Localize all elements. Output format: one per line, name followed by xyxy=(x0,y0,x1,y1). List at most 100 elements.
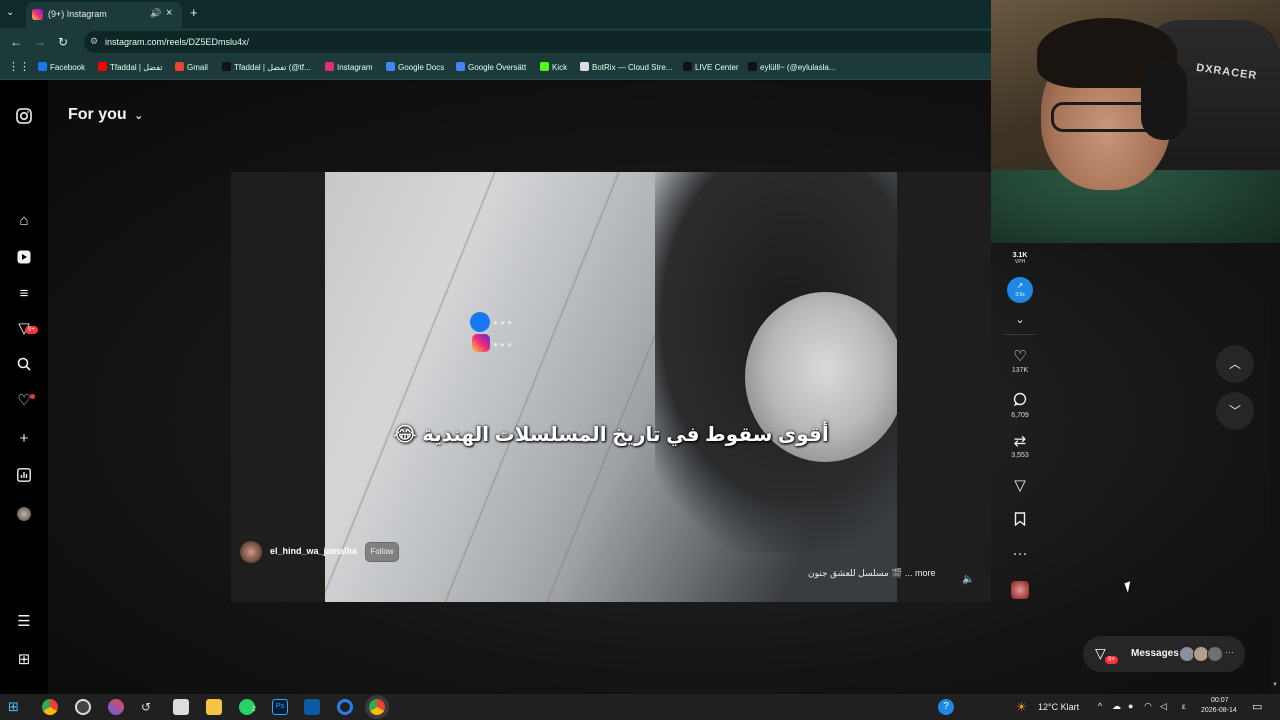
reel-description[interactable]: مسلسل للعشق جنون 🎬 ... more xyxy=(808,568,936,579)
more-options-button[interactable]: ··· xyxy=(1004,546,1036,562)
volume-icon[interactable]: 🔈 xyxy=(962,574,974,585)
author-username[interactable]: el_hind_wa_jamalha xyxy=(270,546,357,556)
bookmark-item[interactable]: Facebook xyxy=(38,62,85,72)
trend-badge[interactable]: ↗ 3.5x xyxy=(1007,277,1033,303)
instagram-favicon-icon xyxy=(32,9,43,20)
start-icon[interactable]: ⊞ xyxy=(8,699,24,715)
mic-icon[interactable]: ● xyxy=(1128,701,1133,711)
save-button[interactable] xyxy=(1004,512,1036,530)
file-explorer-icon[interactable] xyxy=(206,699,222,715)
new-tab-button[interactable]: + xyxy=(190,5,198,20)
like-button[interactable]: ♡ 137K xyxy=(1004,349,1036,375)
tray-chevron-icon[interactable]: ^ xyxy=(1098,701,1102,711)
back-icon[interactable]: ← xyxy=(10,35,22,49)
weather-text[interactable]: 12°C Klart xyxy=(1038,702,1079,712)
create-icon[interactable]: + xyxy=(14,428,34,448)
wifi-icon[interactable]: ◠ xyxy=(1144,701,1152,712)
search-icon[interactable] xyxy=(14,354,34,374)
bookmark-label: Tfaddal | تفضل xyxy=(110,63,163,72)
dashboard-icon[interactable] xyxy=(14,465,34,485)
repost-button[interactable]: ⇄ 3,553 xyxy=(1004,434,1036,460)
app-icon[interactable]: ↺ xyxy=(141,699,157,715)
bookmark-item[interactable]: Tfaddal | تفضل xyxy=(98,62,163,72)
bookmark-item[interactable]: Kick xyxy=(540,62,567,72)
previous-reel-button[interactable]: ︿ xyxy=(1216,345,1254,383)
notification-badge: 9+ xyxy=(25,326,38,334)
chrome-icon[interactable] xyxy=(42,699,58,715)
whatsapp-badge: 2 xyxy=(252,706,256,713)
trend-arrow-icon: ↗ xyxy=(1016,281,1024,290)
clock-date[interactable]: 2026-08-14 xyxy=(1201,707,1237,714)
home-icon[interactable]: ⌂ xyxy=(14,210,34,230)
chevron-down-icon: ﹀ xyxy=(1228,404,1241,418)
bookmark-label: Kick xyxy=(552,63,568,72)
trend-value: 3.5x xyxy=(1015,292,1025,298)
app-icon[interactable] xyxy=(337,699,353,715)
bookmark-item[interactable]: BotRix — Cloud Stre... xyxy=(580,62,672,72)
photoshop-icon[interactable]: Ps xyxy=(272,699,288,715)
more-menu-icon[interactable]: ☰ xyxy=(14,611,34,631)
bookmark-item[interactable]: Tfaddal | تفضل (@tf... xyxy=(222,62,311,72)
obs-icon[interactable] xyxy=(75,699,91,715)
bookmark-item[interactable]: Google Översätt xyxy=(456,62,526,72)
app-icon[interactable] xyxy=(304,699,320,715)
bookmark-favicon-icon xyxy=(748,62,757,71)
instagram-logo-icon[interactable] xyxy=(14,106,34,126)
follow-button[interactable]: Follow xyxy=(365,542,399,562)
app-icon[interactable] xyxy=(173,699,189,715)
meta-apps-icon[interactable]: ⊞ xyxy=(14,649,34,669)
share-button[interactable]: ▽ xyxy=(1004,478,1036,494)
bookmark-label: LIVE Center xyxy=(695,63,739,72)
audio-avatar[interactable] xyxy=(1011,581,1029,599)
forward-icon[interactable]: → xyxy=(34,35,46,49)
chevron-up-icon: ︿ xyxy=(1228,357,1241,371)
notification-center-icon[interactable]: ▭ xyxy=(1252,700,1262,713)
browser-tab-instagram[interactable]: (9+) Instagram 🔊 × xyxy=(26,2,182,28)
comment-button[interactable]: 6,709 xyxy=(1004,392,1036,419)
close-tab-icon[interactable]: × xyxy=(166,7,172,19)
network-icon[interactable]: ☁ xyxy=(1112,701,1121,712)
bookmark-icon xyxy=(1004,512,1036,530)
tab-search-button[interactable]: ⌄ xyxy=(6,7,14,18)
messages-button[interactable]: ▽ 9+ Messages ··· xyxy=(1083,636,1245,672)
bookmark-label: BotRix — Cloud Stre... xyxy=(592,63,673,72)
bookmark-favicon-icon xyxy=(98,62,107,71)
bookmark-label: Tfaddal | تفضل (@tf... xyxy=(234,63,311,72)
bookmark-favicon-icon xyxy=(540,62,549,71)
app-icon[interactable] xyxy=(108,699,124,715)
reposts-count: 3,553 xyxy=(1011,452,1029,459)
collapse-stats-button[interactable]: ⌄ xyxy=(1004,312,1036,328)
next-reel-button[interactable]: ﹀ xyxy=(1216,392,1254,430)
clock-time[interactable]: 00:07 xyxy=(1211,697,1229,704)
notifications-icon[interactable]: ♡ xyxy=(14,390,34,410)
audio-playing-icon[interactable]: 🔊 xyxy=(150,8,161,19)
bookmark-favicon-icon xyxy=(38,62,47,71)
language-indicator[interactable]: ε xyxy=(1182,702,1186,711)
weather-icon: ☀ xyxy=(1016,700,1027,714)
reel-video[interactable]: ● ● ● ● ● ● أقوى سقوط في تاريخ المسلسلات… xyxy=(325,172,897,602)
bookmark-item[interactable]: LIVE Center xyxy=(683,62,739,72)
send-icon: ▽ xyxy=(1014,477,1026,494)
bookmark-item[interactable]: eylülll~ (@eylulasla... xyxy=(748,62,835,72)
bookmark-item[interactable]: Instagram xyxy=(325,62,373,72)
apps-grid-icon[interactable]: ⋮⋮ xyxy=(8,60,30,73)
author-avatar[interactable] xyxy=(240,541,262,563)
volume-icon[interactable]: ◁ xyxy=(1160,701,1167,712)
bookmark-item[interactable]: Gmail xyxy=(175,62,208,72)
explore-icon[interactable]: ≡ xyxy=(14,283,34,303)
reload-icon[interactable]: ↻ xyxy=(58,35,68,49)
windows-taskbar: ⊞ ↺ 2 Ps ? ☀ 12°C Klart ^ ☁ ● ◠ ◁ ε 00:0… xyxy=(0,694,1280,720)
scroll-down-icon[interactable]: ▼ xyxy=(1272,682,1278,688)
site-info-icon[interactable]: ⚙ xyxy=(90,36,98,47)
reels-icon[interactable] xyxy=(14,247,34,267)
chrome-active-icon[interactable] xyxy=(369,699,385,715)
chevron-down-icon: ⌄ xyxy=(134,110,144,122)
bookmark-item[interactable]: Google Docs xyxy=(386,62,444,72)
feed-selector[interactable]: For you ⌄ xyxy=(68,106,143,124)
profile-avatar[interactable] xyxy=(14,504,34,524)
comment-icon xyxy=(1004,392,1036,410)
help-icon[interactable]: ? xyxy=(938,699,954,715)
views-unit: VPH xyxy=(1014,259,1026,265)
bookmark-favicon-icon xyxy=(580,62,589,71)
views-count: 3.1K xyxy=(1012,252,1028,259)
